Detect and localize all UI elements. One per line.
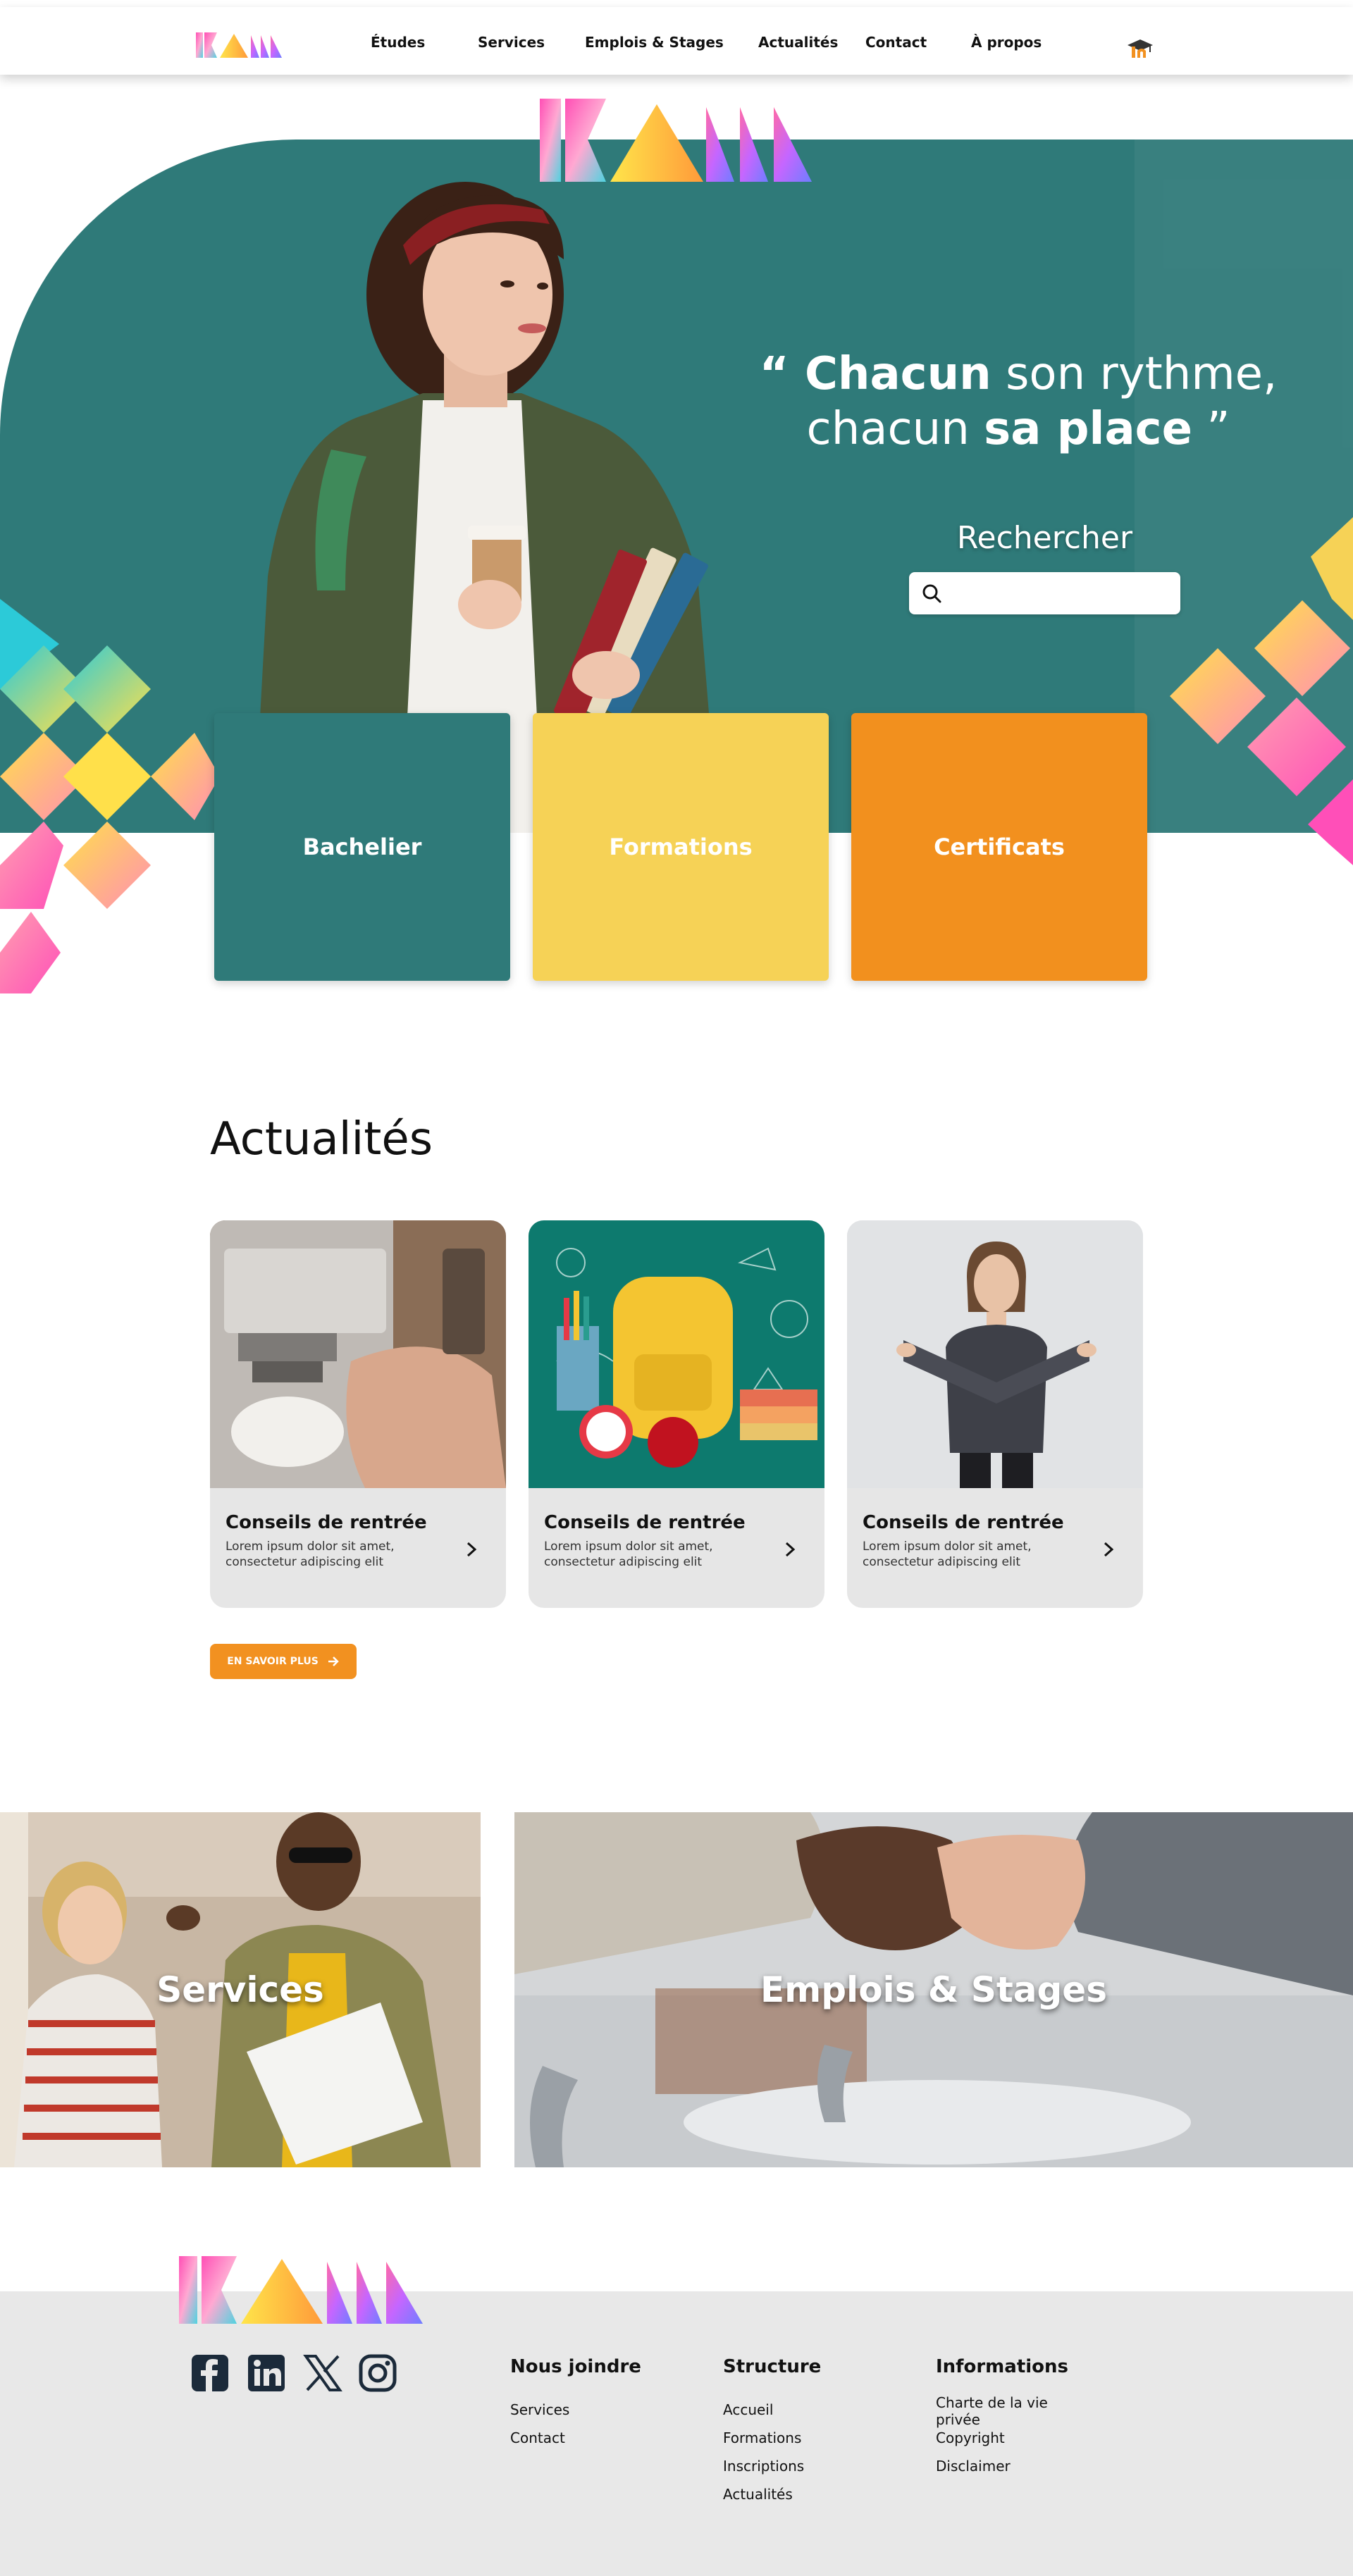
facebook-icon[interactable] <box>190 2353 230 2393</box>
news-card-excerpt: Lorem ipsum dolor sit amet, consectetur … <box>863 1540 1032 1569</box>
chevron-right-icon[interactable] <box>782 1539 798 1560</box>
quote-word-chacun: “ Chacun <box>759 348 991 400</box>
decorative-diamonds-left <box>0 599 220 993</box>
footer-link-copyright[interactable]: Copyright <box>936 2429 1005 2446</box>
services-promo-label: Services <box>156 1969 324 2010</box>
category-card-certificats[interactable]: Certificats <box>851 713 1147 981</box>
emplois-stages-promo[interactable]: Emplois & Stages <box>514 1812 1353 2167</box>
nav-actualites[interactable]: Actualités <box>758 34 838 51</box>
footer-link-formations[interactable]: Formations <box>723 2429 801 2446</box>
quote-word-sa-place: sa place <box>984 403 1192 455</box>
nav-a-propos[interactable]: À propos <box>971 34 1042 51</box>
school-backpack-image <box>529 1220 824 1488</box>
news-card[interactable]: Conseils de rentrée Lorem ipsum dolor si… <box>210 1220 506 1608</box>
category-label: Bachelier <box>302 834 422 860</box>
news-card[interactable]: Conseils de rentrée Lorem ipsum dolor si… <box>529 1220 824 1608</box>
category-label: Certificats <box>934 834 1065 860</box>
hero-quote: “ Chacun son rythme, chacun sa place ” <box>726 347 1311 457</box>
footer-link-accueil[interactable]: Accueil <box>723 2401 773 2418</box>
category-label: Formations <box>609 834 753 860</box>
footer-col-title: Nous joindre <box>510 2356 641 2377</box>
footer-link-contact[interactable]: Contact <box>510 2429 565 2446</box>
footer-link-actualites[interactable]: Actualités <box>723 2486 793 2503</box>
search-icon[interactable] <box>920 582 943 605</box>
linkedin-icon[interactable] <box>247 2353 286 2393</box>
nav-emplois-stages[interactable]: Emplois & Stages <box>585 34 724 51</box>
quote-close-mark: ” <box>1192 403 1230 455</box>
category-card-bachelier[interactable]: Bachelier <box>214 713 510 981</box>
footer-link-disclaimer[interactable]: Disclaimer <box>936 2458 1011 2475</box>
read-more-label: EN SAVOIR PLUS <box>227 1656 319 1667</box>
search-label: Rechercher <box>956 520 1133 556</box>
hero-logo-icon <box>540 99 812 182</box>
student-portal-icon[interactable] <box>1125 38 1156 59</box>
news-card-title: Conseils de rentrée <box>863 1512 1064 1533</box>
search-input[interactable] <box>950 581 1168 606</box>
services-promo[interactable]: Services <box>0 1812 481 2167</box>
footer-link-inscriptions[interactable]: Inscriptions <box>723 2458 804 2475</box>
footer-link-services[interactable]: Services <box>510 2401 569 2418</box>
news-card[interactable]: Conseils de rentrée Lorem ipsum dolor si… <box>847 1220 1143 1608</box>
category-card-formations[interactable]: Formations <box>533 713 829 981</box>
woman-crossed-arms-image <box>847 1220 1143 1488</box>
x-icon[interactable] <box>303 2353 342 2393</box>
nav-services[interactable]: Services <box>478 34 545 51</box>
news-card-title: Conseils de rentrée <box>544 1512 746 1533</box>
read-more-button[interactable]: EN SAVOIR PLUS <box>210 1644 357 1679</box>
nav-contact[interactable]: Contact <box>865 34 927 51</box>
news-card-title: Conseils de rentrée <box>226 1512 427 1533</box>
emplois-stages-promo-label: Emplois & Stages <box>760 1969 1107 2010</box>
footer-col-title: Informations <box>936 2356 1069 2377</box>
quote-text-2: chacun <box>806 403 984 455</box>
top-navbar: Études Services Emplois & Stages Actuali… <box>0 7 1353 75</box>
news-card-excerpt: Lorem ipsum dolor sit amet, consectetur … <box>226 1540 395 1569</box>
coffee-machine-image <box>210 1220 506 1488</box>
news-section-title: Actualités <box>210 1113 433 1165</box>
footer <box>0 2291 1353 2576</box>
quote-text-1: son rythme, <box>991 348 1278 400</box>
chevron-right-icon[interactable] <box>464 1539 479 1560</box>
news-card-excerpt: Lorem ipsum dolor sit amet, consectetur … <box>544 1540 713 1569</box>
footer-col-title: Structure <box>723 2356 822 2377</box>
nav-etudes[interactable]: Études <box>371 34 425 51</box>
instagram-icon[interactable] <box>358 2353 397 2393</box>
chevron-right-icon[interactable] <box>1101 1539 1116 1560</box>
search-bar[interactable] <box>909 572 1180 614</box>
decorative-diamonds-right <box>1170 517 1353 865</box>
footer-logo-icon[interactable] <box>176 2255 427 2325</box>
arrow-right-icon <box>328 1657 339 1666</box>
footer-link-charte-vie-privee[interactable]: Charte de la vie privée <box>936 2394 1070 2428</box>
